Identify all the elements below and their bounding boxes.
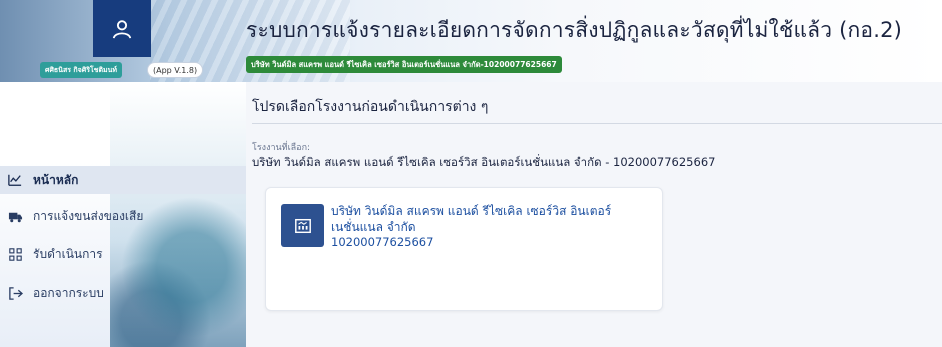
sidebar-item-label: รับดำเนินการ: [33, 246, 103, 261]
user-icon: [112, 19, 132, 39]
company-badge: บริษัท วินด์มิล สแครพ แอนด์ รีไซเคิล เซอ…: [246, 56, 562, 73]
app-version-badge: (App V.1.8): [147, 62, 204, 78]
truck-icon: [7, 208, 23, 224]
sidebar-item-label: ออกจากระบบ: [33, 285, 104, 300]
logout-icon: [7, 285, 23, 301]
sidebar-item-home[interactable]: หน้าหลัก: [0, 166, 246, 194]
factory-icon: [281, 204, 324, 247]
main-content: โปรดเลือกโรงงานก่อนดำเนินการต่าง ๆ โรงงา…: [246, 82, 942, 347]
section-title: โปรดเลือกโรงงานก่อนดำเนินการต่าง ๆ: [252, 99, 489, 115]
sidebar: หน้าหลัก การแจ้งขนส่งของเสีย รับดำเนินกา…: [0, 82, 246, 347]
grid-icon: [7, 246, 23, 262]
section-divider: [252, 123, 942, 124]
factory-code: 10200077625667: [331, 235, 434, 249]
sidebar-item-logout[interactable]: ออกจากระบบ: [0, 279, 246, 307]
selected-factory-value: บริษัท วินด์มิล สแครพ แอนด์ รีไซเคิล เซอ…: [252, 155, 716, 169]
user-name-badge: ศศิธนิสร กิจศิริโชติมนท์: [40, 62, 123, 78]
factory-name: บริษัท วินด์มิล สแครพ แอนด์ รีไซเคิล เซอ…: [331, 204, 612, 234]
selected-factory-label: โรงงานที่เลือก:: [252, 143, 311, 153]
sidebar-item-waste-transport[interactable]: การแจ้งขนส่งของเสีย: [0, 202, 246, 230]
page-title: ระบบการแจ้งรายละเอียดการจัดการสิ่งปฏิกูล…: [246, 18, 903, 42]
sidebar-item-receive[interactable]: รับดำเนินการ: [0, 240, 246, 268]
chart-line-icon: [7, 172, 23, 188]
avatar[interactable]: [93, 0, 151, 57]
sidebar-item-label: การแจ้งขนส่งของเสีย: [33, 208, 144, 223]
factory-card[interactable]: บริษัท วินด์มิล สแครพ แอนด์ รีไซเคิล เซอ…: [265, 187, 663, 311]
sidebar-item-label: หน้าหลัก: [33, 172, 79, 187]
